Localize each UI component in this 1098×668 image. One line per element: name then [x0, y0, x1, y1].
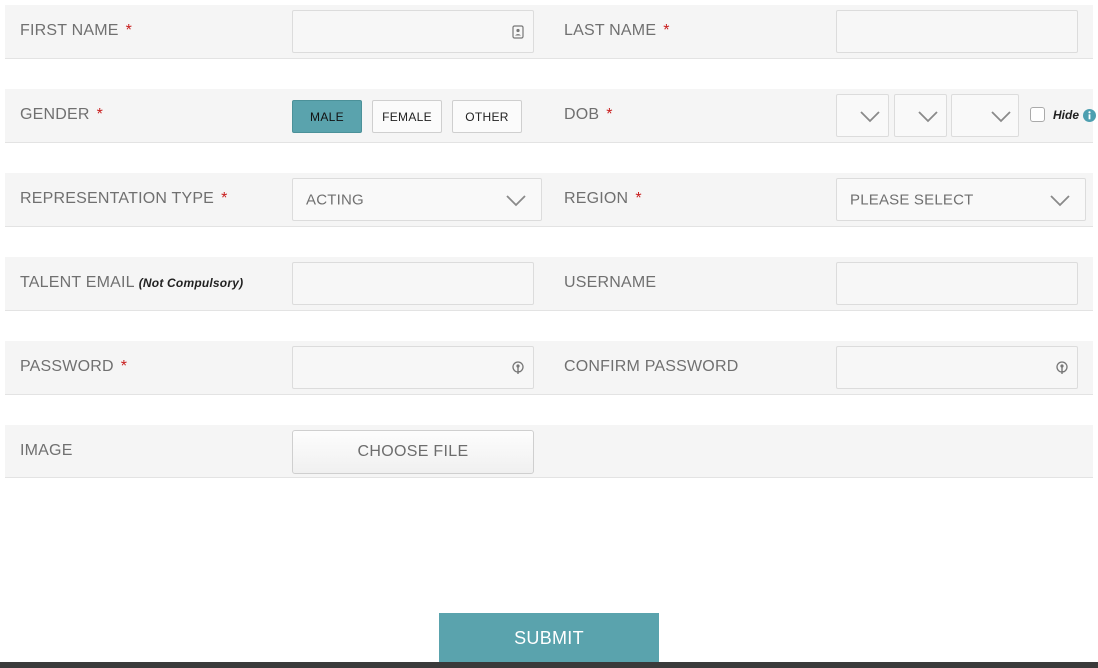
region-value: PLEASE SELECT — [850, 191, 974, 208]
username-input[interactable] — [837, 263, 1077, 304]
first-name-input[interactable] — [293, 11, 533, 52]
gender-label: GENDER * — [20, 106, 104, 123]
required-marker: * — [96, 106, 104, 123]
image-row: IMAGE CHOOSE FILE — [5, 425, 1093, 478]
last-name-field[interactable] — [836, 10, 1078, 53]
last-name-label: LAST NAME * — [564, 22, 670, 39]
hide-dob-label: Hide — [1053, 108, 1080, 122]
image-label: IMAGE — [20, 442, 73, 459]
not-compulsory-note: (Not Compulsory) — [138, 276, 244, 290]
last-name-input[interactable] — [837, 11, 1077, 52]
contact-card-icon[interactable] — [511, 24, 525, 39]
gender-male-button[interactable]: MALE — [292, 100, 362, 133]
dob-year-select[interactable] — [951, 94, 1019, 137]
password-label: PASSWORD * — [20, 358, 128, 375]
password-row: PASSWORD * CONFIRM PASSWORD — [5, 341, 1093, 395]
gender-other-button[interactable]: OTHER — [452, 100, 522, 133]
first-name-label: FIRST NAME * — [20, 22, 133, 39]
representation-type-select[interactable]: ACTING — [292, 178, 542, 221]
first-last-name-row: FIRST NAME * LAST NAME * — [5, 5, 1093, 59]
confirm-password-label: CONFIRM PASSWORD — [564, 358, 739, 375]
password-input[interactable] — [293, 347, 533, 388]
password-field[interactable] — [292, 346, 534, 389]
required-marker: * — [120, 358, 128, 375]
region-label: REGION * — [564, 190, 642, 207]
chevron-down-icon — [860, 110, 880, 122]
required-marker: * — [635, 190, 642, 207]
representation-type-label: REPRESENTATION TYPE * — [20, 190, 228, 207]
chevron-down-icon — [506, 194, 526, 206]
representation-type-value: ACTING — [306, 191, 364, 208]
dob-month-select[interactable] — [894, 94, 947, 137]
first-name-field[interactable] — [292, 10, 534, 53]
email-username-row: TALENT EMAIL (Not Compulsory) USERNAME — [5, 257, 1093, 311]
required-marker: * — [606, 106, 613, 123]
info-icon[interactable] — [1083, 109, 1096, 122]
choose-file-button[interactable]: CHOOSE FILE — [292, 430, 534, 474]
required-marker: * — [221, 190, 228, 207]
chevron-down-icon — [1050, 194, 1070, 206]
gender-dob-row: GENDER * MALE FEMALE OTHER DOB * Hide — [5, 89, 1096, 143]
key-icon[interactable] — [511, 360, 525, 375]
required-marker: * — [663, 22, 670, 39]
key-icon[interactable] — [1055, 360, 1069, 375]
talent-email-field[interactable] — [292, 262, 534, 305]
chevron-down-icon — [918, 110, 938, 122]
dob-label: DOB * — [564, 106, 613, 123]
dob-day-select[interactable] — [836, 94, 889, 137]
username-field[interactable] — [836, 262, 1078, 305]
gender-female-button[interactable]: FEMALE — [372, 100, 442, 133]
username-label: USERNAME — [564, 274, 657, 291]
region-select[interactable]: PLEASE SELECT — [836, 178, 1086, 221]
representation-region-row: REPRESENTATION TYPE * ACTING REGION * PLEA… — [5, 173, 1093, 227]
chevron-down-icon — [991, 110, 1011, 122]
bottom-bar — [0, 662, 1098, 668]
required-marker: * — [125, 22, 133, 39]
talent-email-label: TALENT EMAIL (Not Compulsory) — [20, 274, 244, 291]
confirm-password-field[interactable] — [836, 346, 1078, 389]
talent-email-input[interactable] — [293, 263, 533, 304]
submit-button[interactable]: SUBMIT — [439, 613, 659, 664]
hide-dob-checkbox[interactable] — [1030, 107, 1045, 122]
confirm-password-input[interactable] — [837, 347, 1077, 388]
